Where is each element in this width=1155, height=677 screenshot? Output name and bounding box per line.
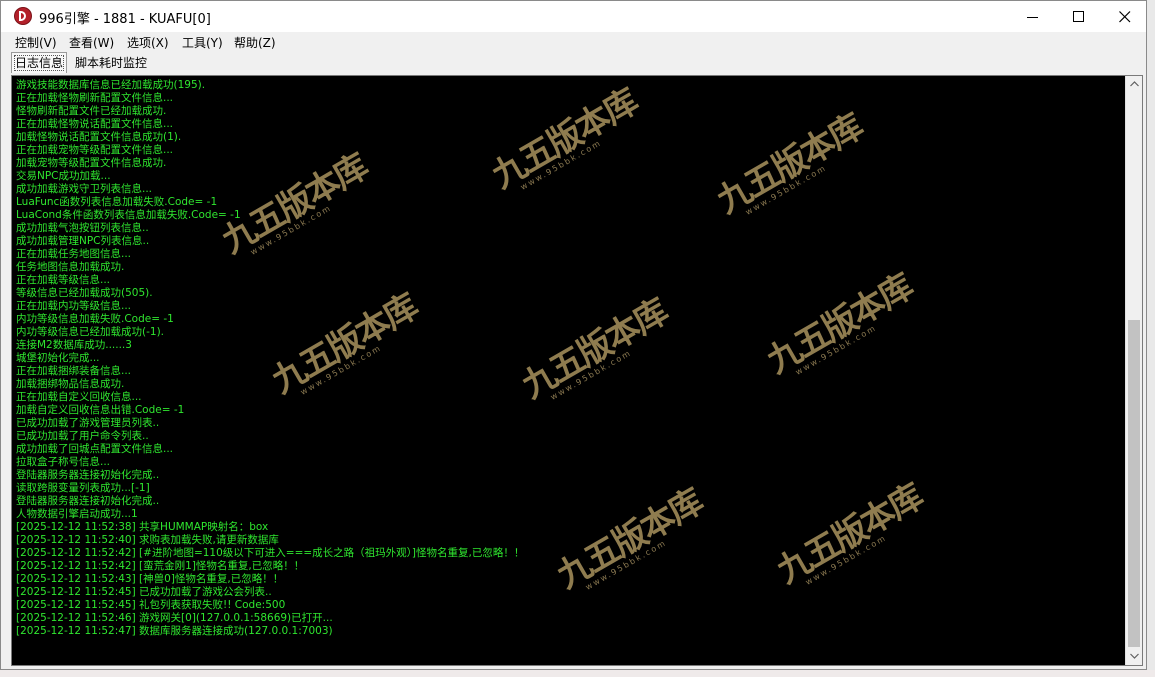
scroll-up-button[interactable] xyxy=(1126,76,1142,93)
menu-view[interactable]: 查看(W) xyxy=(69,34,114,51)
log-line: [2025-12-12 11:52:47] 数据库服务器连接成功(127.0.0… xyxy=(16,625,333,637)
log-line: [2025-12-12 11:52:40] 求购表加载失败,请更新数据库 xyxy=(16,534,279,546)
log-line: 加载怪物说话配置文件信息成功(1). xyxy=(16,131,182,143)
log-line: 正在加载等级信息... xyxy=(16,274,111,286)
scroll-down-button[interactable] xyxy=(1126,648,1142,665)
scroll-thumb[interactable] xyxy=(1128,320,1140,647)
log-line: 成功加载气泡按钮列表信息.. xyxy=(16,222,149,234)
app-logo-icon[interactable] xyxy=(14,7,32,25)
log-line: 读取跨服变量列表成功...[-1] xyxy=(16,482,150,494)
window-title: 996引擎 - 1881 - KUAFU[0] xyxy=(39,12,211,27)
log-line: 拉取盒子称号信息... xyxy=(16,456,111,468)
log-line: [2025-12-12 11:52:38] 共享HUMMAP映射名：box xyxy=(16,521,269,533)
log-line: [2025-12-12 11:52:42] [蛮荒金刚1]怪物名重复,已忽略！！ xyxy=(16,560,305,572)
log-line: 城堡初始化完成... xyxy=(16,352,100,364)
menu-help[interactable]: 帮助(Z) xyxy=(234,34,276,51)
title-bar[interactable]: 996引擎 - 1881 - KUAFU[0] xyxy=(1,1,1146,32)
log-line: [2025-12-12 11:52:42] [#进阶地图=110级以下可进入==… xyxy=(16,547,525,559)
log-line: [2025-12-12 11:52:46] 游戏网关[0](127.0.0.1:… xyxy=(16,612,333,624)
desktop-background xyxy=(1147,0,1155,677)
menu-bar: 控制(V) 查看(W) 选项(X) 工具(Y) 帮助(Z) xyxy=(1,32,1146,52)
log-line: 怪物刷新配置文件已经加载成功. xyxy=(16,105,167,117)
log-line: 已成功加载了用户命令列表.. xyxy=(16,430,149,442)
log-line: 正在加载怪物说话配置文件信息... xyxy=(16,118,174,130)
minimize-icon xyxy=(1027,17,1038,18)
log-line: [2025-12-12 11:52:45] 礼包列表获取失败!! Code:50… xyxy=(16,599,286,611)
desktop-background-bottom xyxy=(0,670,1155,677)
log-line: 成功加载了回城点配置文件信息... xyxy=(16,443,174,455)
menu-options[interactable]: 选项(X) xyxy=(127,34,169,51)
log-lines: 游戏技能数据库信息已经加载成功(195). 正在加载怪物刷新配置文件信息... 怪物… xyxy=(16,79,1126,638)
log-line: [2025-12-12 11:52:43] [神兽0]怪物名重复,已忽略！！ xyxy=(16,573,284,585)
log-line: 正在加载怪物刷新配置文件信息... xyxy=(16,92,174,104)
log-output-panel[interactable]: 游戏技能数据库信息已经加载成功(195). 正在加载怪物刷新配置文件信息... 怪物… xyxy=(11,75,1143,666)
app-window: 996引擎 - 1881 - KUAFU[0] 控制(V) 查看(W) 选项(X… xyxy=(0,0,1147,670)
log-line: 加载自定义回收信息出错.Code= -1 xyxy=(16,404,185,416)
log-line: 登陆器服务器连接初始化完成.. xyxy=(16,495,160,507)
log-line: 等级信息已经加载成功(505). xyxy=(16,287,153,299)
log-line: 任务地图信息加载成功. xyxy=(16,261,125,273)
minimize-button[interactable] xyxy=(1010,1,1056,32)
log-line: LuaFunc函数列表信息加载失败.Code= -1 xyxy=(16,196,218,208)
tab-log-info[interactable]: 日志信息 xyxy=(11,52,68,73)
log-line: 加载宠物等级配置文件信息成功. xyxy=(16,157,167,169)
chevron-up-icon xyxy=(1130,81,1139,87)
close-icon xyxy=(1119,11,1131,23)
log-line: 人物数据引擎启动成功...1 xyxy=(16,508,138,520)
log-line: 成功加载管理NPC列表信息.. xyxy=(16,235,150,247)
log-line: 连接M2数据库成功......3 xyxy=(16,339,132,351)
menu-control[interactable]: 控制(V) xyxy=(15,34,57,51)
maximize-icon xyxy=(1073,11,1084,22)
log-line: LuaCond条件函数列表信息加载失败.Code= -1 xyxy=(16,209,241,221)
close-button[interactable] xyxy=(1102,1,1148,32)
log-line: 内功等级信息已经加载成功(-1). xyxy=(16,326,164,338)
chevron-down-icon xyxy=(1130,653,1139,659)
log-line: [2025-12-12 11:52:45] 已成功加载了游戏公会列表.. xyxy=(16,586,272,598)
log-line: 正在加载捆绑装备信息... xyxy=(16,365,132,377)
log-line: 游戏技能数据库信息已经加载成功(195). xyxy=(16,79,206,91)
log-line: 已成功加载了游戏管理员列表.. xyxy=(16,417,160,429)
log-line: 加载捆绑物品信息成功. xyxy=(16,378,125,390)
vertical-scrollbar[interactable] xyxy=(1125,76,1142,665)
menu-tools[interactable]: 工具(Y) xyxy=(182,34,223,51)
log-line: 登陆器服务器连接初始化完成.. xyxy=(16,469,160,481)
log-line: 正在加载自定义回收信息... xyxy=(16,391,142,403)
log-line: 成功加载游戏守卫列表信息... xyxy=(16,183,153,195)
log-line: 交易NPC成功加载... xyxy=(16,170,111,182)
log-line: 正在加载任务地图信息... xyxy=(16,248,132,260)
maximize-button[interactable] xyxy=(1056,1,1102,32)
log-line: 内功等级信息加载失败.Code= -1 xyxy=(16,313,174,325)
tab-script-timing-monitor[interactable]: 脚本耗时监控 xyxy=(72,54,150,72)
log-line: 正在加载宠物等级配置文件信息... xyxy=(16,144,174,156)
log-line: 正在加载内功等级信息... xyxy=(16,300,132,312)
